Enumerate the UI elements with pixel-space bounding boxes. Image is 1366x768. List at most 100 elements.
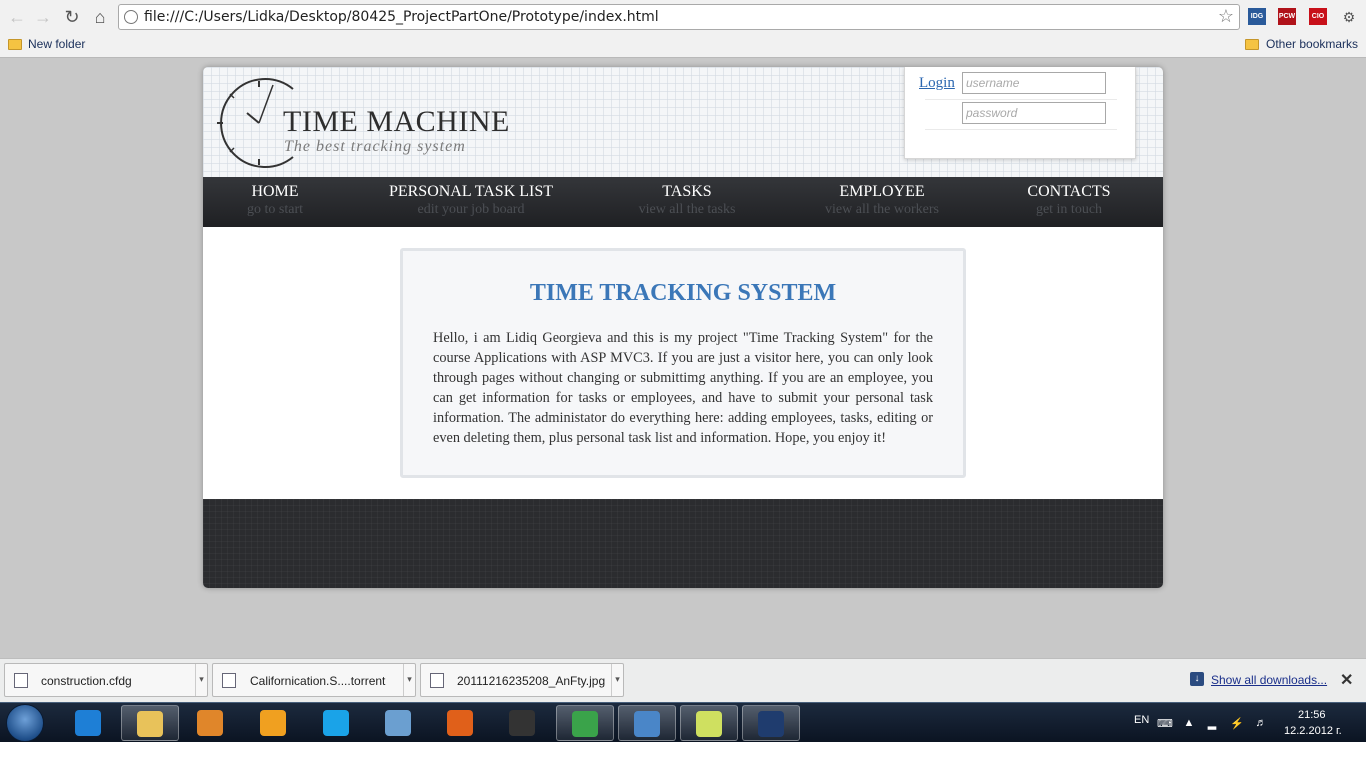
show-all-downloads-link[interactable]: Show all downloads... [1211, 673, 1327, 687]
taskbar-app-321-player[interactable] [494, 705, 552, 741]
screen-bottom-strip [0, 742, 1366, 768]
menu-item-subtitle: get in touch [1035, 202, 1103, 217]
idg-extension-icon[interactable]: IDG [1248, 8, 1266, 25]
taskbar-app-safari[interactable] [370, 705, 428, 741]
firefox-icon [447, 710, 473, 736]
password-input[interactable] [962, 102, 1106, 124]
taskbar-app-chrome[interactable] [556, 705, 614, 741]
taskbar-app-chart-app[interactable] [680, 705, 738, 741]
login-box: Login [904, 67, 1136, 159]
welcome-panel: TIME TRACKING SYSTEM Hello, i am Lidiq G… [400, 248, 966, 478]
menu-item-subtitle: go to start [247, 202, 303, 217]
folder-icon [8, 39, 22, 50]
menu-item-contacts[interactable]: CONTACTS get in touch [1014, 177, 1124, 227]
site-content: TIME TRACKING SYSTEM Hello, i am Lidiq G… [203, 227, 1163, 499]
internet-explorer-icon [75, 710, 101, 736]
photo-viewer-icon [634, 711, 660, 737]
download-filename: 20111216235208_AnFty.jpg [457, 674, 606, 688]
menu-item-subtitle: edit your job board [417, 202, 525, 217]
keyboard-icon[interactable]: ⌨ [1157, 717, 1173, 730]
bookmarks-bar: New folder Other bookmarks [0, 34, 1366, 58]
language-indicator[interactable]: EN [1134, 714, 1149, 726]
forward-arrow-icon[interactable]: → [32, 6, 54, 28]
site-title: TIME MACHINE [283, 105, 510, 138]
bookmark-star-icon[interactable]: ☆ [1218, 6, 1234, 27]
taskbar-app-media-player[interactable] [182, 705, 240, 741]
main-menu: HOME go to start PERSONAL TASK LIST edit… [203, 177, 1163, 227]
folder-icon [1245, 39, 1259, 50]
menu-item-title: CONTACTS [1027, 183, 1111, 200]
chevron-down-icon[interactable]: ▾ [611, 664, 623, 696]
username-input[interactable] [962, 72, 1106, 94]
volume-icon[interactable]: ♬ [1254, 717, 1268, 729]
home-icon[interactable]: ⌂ [89, 6, 111, 28]
menu-item-personal-task-list[interactable]: PERSONAL TASK LIST edit your job board [371, 177, 571, 227]
downloads-bar: construction.cfdg ▾ Californication.S...… [0, 658, 1366, 702]
menu-item-tasks[interactable]: TASKS view all the tasks [617, 177, 757, 227]
menu-item-title: PERSONAL TASK LIST [388, 183, 554, 200]
back-arrow-icon[interactable]: ← [6, 6, 28, 28]
menu-item-title: TASKS [662, 183, 712, 200]
power-icon[interactable]: ⚡ [1230, 717, 1244, 730]
chevron-up-icon[interactable]: ▲ [1182, 717, 1196, 729]
login-link[interactable]: Login [919, 75, 955, 92]
download-item[interactable]: construction.cfdg ▾ [4, 663, 208, 697]
bookmark-other-bookmarks[interactable]: Other bookmarks [1266, 37, 1358, 51]
file-icon [222, 673, 236, 688]
media-player-icon [197, 710, 223, 736]
wrench-menu-icon[interactable]: ⚙ [1338, 6, 1360, 28]
taskbar-app-photo-viewer[interactable] [618, 705, 676, 741]
clock-date[interactable]: 12.2.2012 г. [1284, 725, 1342, 737]
skype-icon [323, 710, 349, 736]
website: TIME MACHINE The best tracking system Lo… [203, 67, 1163, 588]
close-icon[interactable]: ✕ [1340, 670, 1353, 690]
address-bar[interactable]: file:///C:/Users/Lidka/Desktop/80425_Pro… [118, 4, 1240, 30]
windows-taskbar: EN ⌨ ▲ ▂ ⚡ ♬ 21:56 12.2.2012 г. [0, 702, 1366, 742]
divider [925, 99, 1117, 100]
address-url: file:///C:/Users/Lidka/Desktop/80425_Pro… [144, 9, 659, 25]
bookmark-new-folder[interactable]: New folder [28, 37, 85, 51]
site-footer [203, 499, 1163, 588]
taskbar-app-file-explorer[interactable] [121, 705, 179, 741]
photoshop-icon [758, 711, 784, 737]
taskbar-app-skype[interactable] [308, 705, 366, 741]
menu-item-subtitle: view all the workers [825, 202, 939, 217]
chevron-down-icon[interactable]: ▾ [403, 664, 415, 696]
start-button[interactable] [6, 704, 44, 742]
taskbar-app-internet-explorer[interactable] [60, 705, 118, 741]
browser-toolbar: ← → ↻ ⌂ file:///C:/Users/Lidka/Desktop/8… [0, 0, 1366, 34]
download-item[interactable]: 20111216235208_AnFty.jpg ▾ [420, 663, 624, 697]
menu-item-subtitle: view all the tasks [638, 202, 736, 217]
download-icon: ↓ [1190, 672, 1204, 686]
site-tagline: The best tracking system [284, 138, 466, 155]
menu-item-title: EMPLOYEE [839, 183, 925, 200]
winamp-icon [260, 710, 286, 736]
321-player-icon [509, 710, 535, 736]
file-icon [14, 673, 28, 688]
image-file-icon [430, 673, 444, 688]
menu-item-title: HOME [251, 183, 299, 200]
pcw-extension-icon[interactable]: PCW [1278, 8, 1296, 25]
reload-icon[interactable]: ↻ [61, 6, 83, 28]
clock-time[interactable]: 21:56 [1298, 709, 1326, 721]
chrome-icon [572, 711, 598, 737]
download-filename: Californication.S....torrent [250, 674, 386, 688]
taskbar-app-photoshop[interactable] [742, 705, 800, 741]
taskbar-app-winamp[interactable] [245, 705, 303, 741]
download-item[interactable]: Californication.S....torrent ▾ [212, 663, 416, 697]
site-header: TIME MACHINE The best tracking system Lo… [203, 67, 1163, 177]
menu-item-home[interactable]: HOME go to start [225, 177, 325, 227]
cio-extension-icon[interactable]: CIO [1309, 8, 1327, 25]
chart-app-icon [696, 711, 722, 737]
file-explorer-icon [137, 711, 163, 737]
divider [925, 129, 1117, 130]
page-globe-icon [124, 10, 138, 24]
menu-item-employee[interactable]: EMPLOYEE view all the workers [807, 177, 957, 227]
taskbar-app-firefox[interactable] [432, 705, 490, 741]
signal-icon[interactable]: ▂ [1205, 717, 1219, 730]
chevron-down-icon[interactable]: ▾ [195, 664, 207, 696]
panel-text: Hello, i am Lidiq Georgieva and this is … [433, 330, 933, 446]
download-filename: construction.cfdg [41, 674, 132, 688]
panel-title: TIME TRACKING SYSTEM [529, 280, 837, 306]
safari-icon [385, 710, 411, 736]
